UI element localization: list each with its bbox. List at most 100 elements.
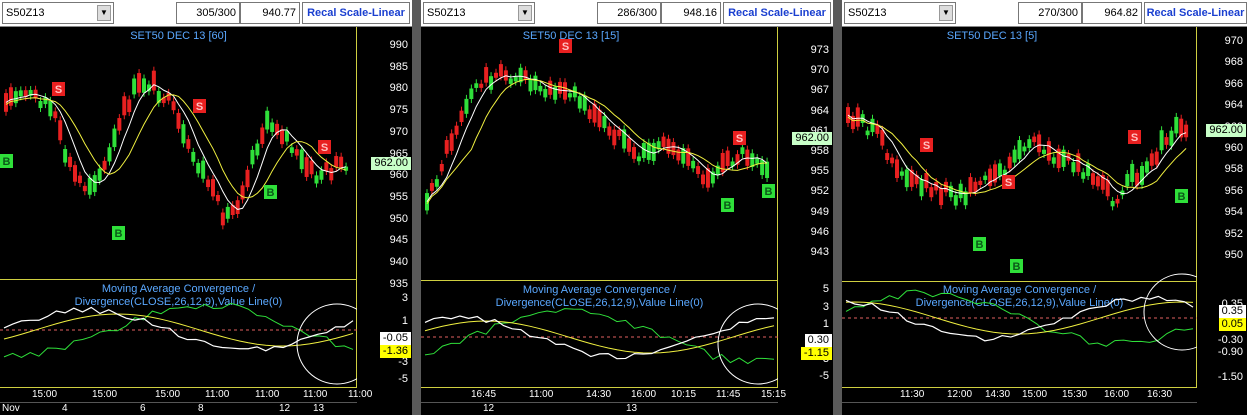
candle-body xyxy=(543,88,548,98)
candle-body xyxy=(696,166,701,175)
macd-tick-label: -0.90 xyxy=(1217,346,1243,358)
candle-body xyxy=(58,120,63,141)
signal-letter: B xyxy=(724,200,732,212)
price-tick-label: 966 xyxy=(1224,77,1243,90)
signal-letter: B xyxy=(765,186,773,198)
chevron-down-icon[interactable]: ▼ xyxy=(518,5,532,21)
time-axis: 16:45 11:00 14:30 16:00 10:15 11:45 15:15 xyxy=(421,387,786,402)
price-last-box: 962.00 xyxy=(1206,124,1246,137)
chart-panel-5min[interactable]: S50Z13 ▼ 270/300 964.82 Recal Scale-Linea… xyxy=(842,0,1247,415)
candle-body xyxy=(186,139,191,149)
panel-toolbar: S50Z13 ▼ 286/300 948.16 Recal Scale-Linea… xyxy=(421,0,833,27)
chart-canvas[interactable]: S S S B B B xyxy=(842,27,1197,415)
candle-body xyxy=(617,129,622,137)
chevron-down-icon[interactable]: ▼ xyxy=(97,5,111,21)
candle-body xyxy=(48,100,53,117)
time-label: 15:00 xyxy=(32,389,58,400)
price-tick-label: 958 xyxy=(1224,163,1243,176)
candle-body xyxy=(523,70,528,80)
candle-body xyxy=(890,157,895,164)
chart-canvas[interactable]: S S S B B B xyxy=(0,27,357,415)
macd-tick-label: 1 xyxy=(401,315,408,327)
symbol-select[interactable]: S50Z13 ▼ xyxy=(2,2,114,24)
date-label: 12 xyxy=(279,403,291,414)
price-tick-label: 967 xyxy=(810,84,829,97)
time-label: 12:00 xyxy=(947,389,973,400)
candle-body xyxy=(513,76,518,82)
signal-letter: B xyxy=(267,187,275,199)
candle-body xyxy=(250,149,255,165)
chart-panel-60min[interactable]: S50Z13 ▼ 305/300 940.77 Recal Scale-Linea… xyxy=(0,0,412,415)
panel-toolbar: S50Z13 ▼ 305/300 940.77 Recal Scale-Linea… xyxy=(0,0,412,27)
candle-body xyxy=(127,99,132,113)
date-axis: 12 13 xyxy=(421,402,778,415)
last-price: 940.77 xyxy=(240,2,300,24)
candle-body xyxy=(567,93,572,98)
price-tick-label: 970 xyxy=(810,64,829,77)
price-tick-label: 946 xyxy=(810,225,829,238)
candle-body xyxy=(1154,151,1159,165)
candle-body xyxy=(904,169,909,188)
signal-letter: B xyxy=(115,228,123,240)
buy-signal-marker: B xyxy=(0,154,13,168)
chart-panel-15min[interactable]: S50Z13 ▼ 286/300 948.16 Recal Scale-Linea… xyxy=(421,0,833,415)
signal-letter: S xyxy=(736,133,743,145)
time-label: 15:00 xyxy=(92,389,118,400)
candle-body xyxy=(1032,136,1037,143)
candle-body xyxy=(676,149,681,161)
chart-canvas[interactable]: S S B B xyxy=(421,27,778,415)
signal-letter: B xyxy=(3,156,11,168)
candle-body xyxy=(494,72,498,78)
chevron-down-icon[interactable]: ▼ xyxy=(939,5,953,21)
candle-body xyxy=(117,118,122,131)
candle-body xyxy=(686,148,691,166)
recal-scale-button[interactable]: Recal Scale-Linear xyxy=(723,2,831,24)
candle-body xyxy=(137,73,142,93)
symbol-select[interactable]: S50Z13 ▼ xyxy=(844,2,956,24)
buy-signal-marker: B xyxy=(264,185,277,199)
candle-body xyxy=(474,83,479,88)
candle-body xyxy=(1174,116,1179,134)
sell-signal-marker: S xyxy=(193,99,206,113)
candle-body xyxy=(464,98,469,114)
symbol-value: S50Z13 xyxy=(848,7,887,19)
price-tick-label: 964 xyxy=(1224,99,1243,112)
candle-body xyxy=(929,187,934,198)
price-tick-label: 973 xyxy=(810,44,829,56)
time-label: 16:45 xyxy=(471,389,497,400)
candle-body xyxy=(309,160,314,175)
candle-body xyxy=(978,180,983,185)
candle-body xyxy=(1042,149,1046,154)
candle-body xyxy=(855,107,860,127)
macd-last-box: 0.30 xyxy=(804,334,832,347)
time-label: 16:00 xyxy=(631,389,657,400)
candle-body xyxy=(235,200,240,214)
candle-body xyxy=(334,156,339,167)
candle-body xyxy=(597,109,602,128)
time-label: 10:15 xyxy=(671,389,697,400)
candle-body xyxy=(1017,140,1022,160)
time-axis: 15:00 15:00 15:00 11:00 11:00 11:00 11:00 xyxy=(0,387,372,402)
time-label: 11:30 xyxy=(900,389,925,400)
candle-body xyxy=(612,129,617,146)
recal-scale-button[interactable]: Recal Scale-Linear xyxy=(302,2,410,24)
date-label: 6 xyxy=(140,403,146,414)
recal-scale-button[interactable]: Recal Scale-Linear xyxy=(1144,2,1247,24)
buy-signal-marker: B xyxy=(1010,259,1023,273)
candle-body xyxy=(38,101,43,109)
candle-body xyxy=(211,179,215,197)
candle-body xyxy=(498,64,503,77)
price-tick-label: 964 xyxy=(810,104,829,117)
candle-body xyxy=(1046,141,1051,161)
price-tick-label: 945 xyxy=(389,234,408,247)
price-scale[interactable]: 9709689669649629609589569549529500.350.0… xyxy=(1196,27,1247,415)
symbol-select[interactable]: S50Z13 ▼ xyxy=(423,2,535,24)
candle-body xyxy=(632,147,636,159)
candle-body xyxy=(107,147,112,162)
candle-body xyxy=(760,159,765,176)
candle-body xyxy=(280,129,284,145)
signal-letter: S xyxy=(923,140,930,152)
candle-body xyxy=(577,96,582,109)
time-axis: 11:30 12:00 14:30 15:00 15:30 16:00 16:30 xyxy=(842,387,1197,402)
candle-body xyxy=(444,140,449,154)
